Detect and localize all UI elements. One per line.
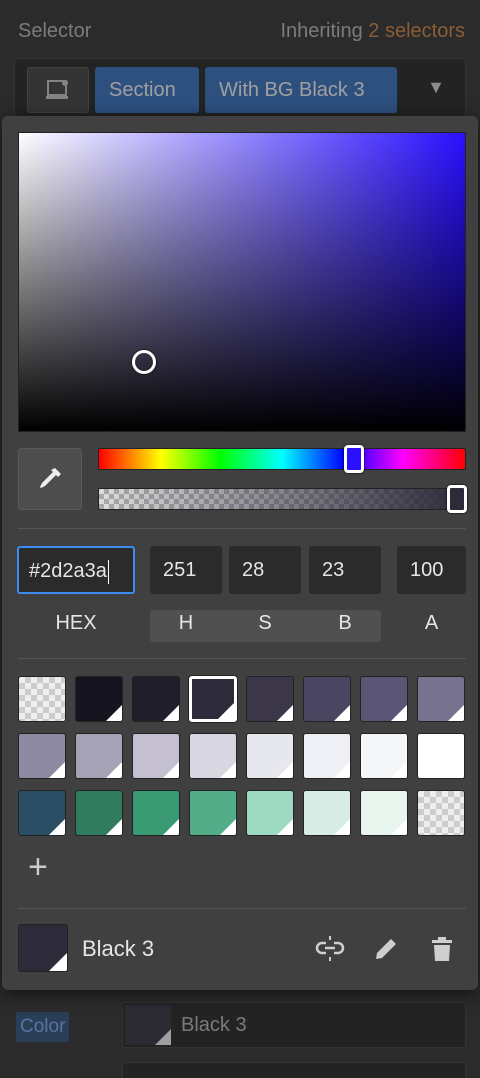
- color-property-value: Black 3: [181, 1014, 247, 1036]
- color-swatch[interactable]: [75, 733, 123, 779]
- swatch-corner: [334, 705, 350, 721]
- swatch-corner: [163, 705, 179, 721]
- swatch-corner: [391, 762, 407, 778]
- divider: [18, 908, 466, 909]
- color-swatch[interactable]: [132, 733, 180, 779]
- swatch-corner: [277, 705, 293, 721]
- b-label: B: [338, 612, 352, 634]
- swatch-corner: [218, 703, 234, 719]
- s-label: S: [258, 612, 272, 634]
- color-property-field[interactable]: Black 3: [122, 1002, 466, 1048]
- selector-label: Selector: [18, 20, 92, 42]
- unlink-variable-button[interactable]: [314, 934, 346, 964]
- delete-color-button[interactable]: [426, 934, 458, 964]
- color-swatch[interactable]: [132, 676, 180, 722]
- color-swatch[interactable]: [132, 790, 180, 836]
- chevron-down-icon[interactable]: ▼: [427, 77, 445, 98]
- selector-header: Selector Inheriting 2 selectors: [0, 0, 480, 62]
- color-swatch[interactable]: [417, 733, 465, 779]
- hue-slider-thumb[interactable]: [344, 445, 365, 473]
- eyedropper-icon: [40, 468, 61, 488]
- alpha-gradient: [99, 489, 465, 509]
- color-swatch[interactable]: [417, 790, 465, 836]
- inheriting-count-link[interactable]: 2 selectors: [368, 20, 465, 42]
- color-swatch[interactable]: [246, 676, 294, 722]
- divider: [18, 528, 466, 529]
- color-swatch[interactable]: [18, 790, 66, 836]
- element-type-icon[interactable]: [27, 67, 89, 113]
- color-swatch[interactable]: [360, 790, 408, 836]
- color-swatch[interactable]: [75, 676, 123, 722]
- brightness-input[interactable]: 23: [309, 546, 381, 594]
- sv-black-layer: [19, 133, 465, 431]
- current-color-name: Black 3: [82, 936, 155, 961]
- hue-input[interactable]: 251: [150, 546, 222, 594]
- swatch-corner: [49, 762, 65, 778]
- h-label: H: [178, 612, 194, 634]
- alpha-input[interactable]: 100: [397, 546, 466, 594]
- swatch-corner: [277, 762, 293, 778]
- swatch-corner: [334, 819, 350, 835]
- saturation-brightness-area[interactable]: [18, 132, 466, 432]
- a-label: A: [424, 612, 439, 634]
- swatch-corner: [391, 819, 407, 835]
- color-swatch[interactable]: [303, 733, 351, 779]
- swatch-corner: [49, 819, 65, 835]
- current-color-swatch: [18, 924, 68, 972]
- saturation-input[interactable]: 28: [229, 546, 301, 594]
- swatch-corner: [106, 762, 122, 778]
- divider: [18, 658, 466, 659]
- color-swatch[interactable]: [360, 676, 408, 722]
- swatch-corner: [220, 819, 236, 835]
- pencil-icon: [376, 939, 396, 959]
- color-property-row: Color Black 3: [0, 992, 480, 1078]
- color-swatch[interactable]: [189, 733, 237, 779]
- alpha-slider[interactable]: [98, 485, 467, 513]
- swatch-corner: [220, 762, 236, 778]
- add-swatch-button[interactable]: +: [28, 850, 48, 884]
- selector-chip-section[interactable]: Section: [95, 67, 199, 113]
- trash-icon: [432, 937, 452, 961]
- unlink-icon: [315, 936, 345, 961]
- next-property-field[interactable]: [122, 1062, 466, 1078]
- swatch-corner: [448, 762, 464, 778]
- edit-color-button[interactable]: [370, 934, 402, 964]
- swatch-corner: [391, 705, 407, 721]
- swatch-corner: [334, 762, 350, 778]
- color-swatch[interactable]: [246, 790, 294, 836]
- eyedropper-button[interactable]: [18, 448, 82, 510]
- alpha-slider-thumb[interactable]: [447, 485, 467, 513]
- hex-input[interactable]: #2d2a3a: [17, 546, 135, 594]
- swatch-corner: [448, 705, 464, 721]
- swatch-corner: [163, 762, 179, 778]
- swatch-corner: [163, 819, 179, 835]
- inheriting-text: Inheriting 2 selectors: [280, 20, 465, 42]
- text-caret: [107, 559, 109, 584]
- color-picker-popup: #2d2a3a 251 28 23 100 HEX H S B A + Blac…: [2, 116, 478, 990]
- color-swatch[interactable]: [417, 676, 465, 722]
- color-swatch[interactable]: [303, 676, 351, 722]
- swatch-corner: [106, 819, 122, 835]
- color-swatch[interactable]: [303, 790, 351, 836]
- hex-mode-label[interactable]: HEX: [17, 612, 135, 635]
- color-swatch[interactable]: [246, 733, 294, 779]
- selector-bar: Section With BG Black 3 ▼: [14, 58, 466, 122]
- hue-slider[interactable]: [98, 445, 466, 473]
- color-swatch[interactable]: [360, 733, 408, 779]
- color-swatch[interactable]: [75, 790, 123, 836]
- color-swatch[interactable]: [18, 676, 66, 722]
- color-swatch[interactable]: [189, 790, 237, 836]
- color-property-label[interactable]: Color: [16, 1012, 70, 1042]
- swatch-corner: [106, 705, 122, 721]
- color-swatch[interactable]: [189, 676, 237, 722]
- swatch-corner: [277, 819, 293, 835]
- selector-chip-with-bg-black-3[interactable]: With BG Black 3: [205, 67, 397, 113]
- color-swatch[interactable]: [18, 733, 66, 779]
- color-property-swatch: [125, 1005, 171, 1045]
